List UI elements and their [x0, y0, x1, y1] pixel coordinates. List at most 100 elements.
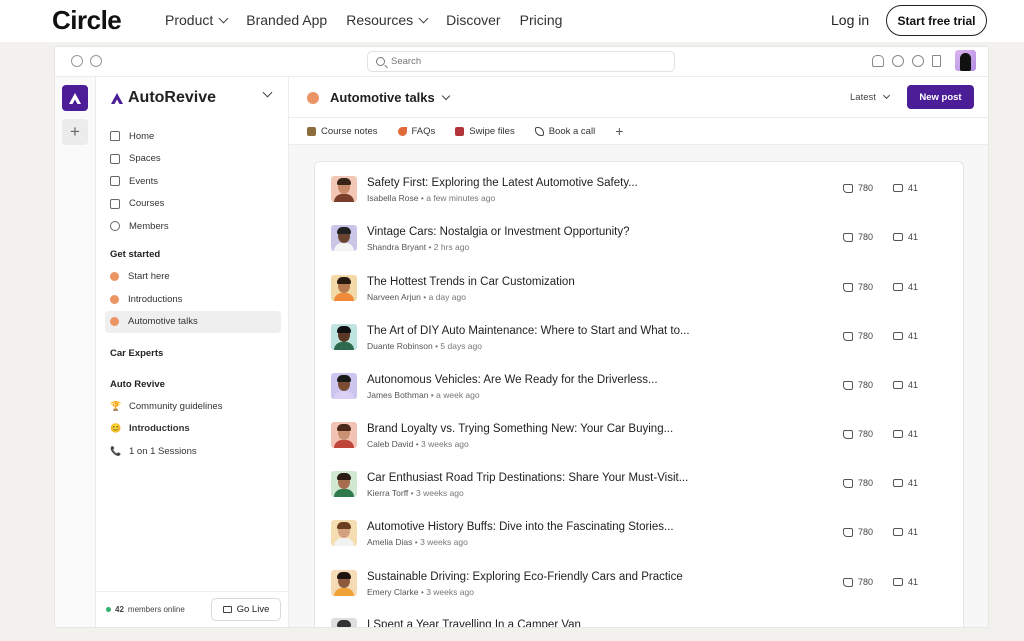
sidebar-item-events[interactable]: Events: [105, 170, 281, 193]
new-post-button[interactable]: New post: [907, 85, 974, 109]
chat-icon[interactable]: [892, 54, 904, 67]
circle-logo[interactable]: Circle: [52, 5, 122, 36]
bell-icon[interactable]: [872, 54, 884, 67]
post-row[interactable]: Sustainable Driving: Exploring Eco-Frien…: [315, 564, 963, 613]
post-title[interactable]: Autonomous Vehicles: Are We Ready for th…: [367, 374, 658, 386]
author-avatar[interactable]: [331, 176, 357, 202]
like-button[interactable]: 780: [843, 232, 873, 242]
post-author[interactable]: James Bothman: [367, 390, 428, 400]
post-row[interactable]: Safety First: Exploring the Latest Autom…: [315, 170, 963, 219]
post-author[interactable]: Emery Clarke: [367, 587, 418, 597]
section-heading-auto-revive[interactable]: Auto Revive: [105, 373, 281, 395]
nav-resources[interactable]: Resources: [346, 12, 429, 28]
sidebar-item-introductions-2[interactable]: 😊 Introductions: [105, 418, 281, 441]
like-button[interactable]: 780: [843, 183, 873, 193]
post-title[interactable]: I Spent a Year Travelling In a Camper Va…: [367, 619, 581, 627]
nav-product[interactable]: Product: [165, 12, 229, 28]
post-title[interactable]: Sustainable Driving: Exploring Eco-Frien…: [367, 571, 683, 583]
post-row[interactable]: Car Enthusiast Road Trip Destinations: S…: [315, 465, 963, 514]
community-header[interactable]: AutoRevive: [110, 89, 216, 107]
post-title[interactable]: The Art of DIY Auto Maintenance: Where t…: [367, 325, 690, 337]
post-author[interactable]: Amelia Dias: [367, 537, 412, 547]
post-title[interactable]: Automotive History Buffs: Dive into the …: [367, 521, 674, 533]
like-button[interactable]: 780: [843, 577, 873, 587]
sidebar-item-spaces[interactable]: Spaces: [105, 148, 281, 171]
author-avatar[interactable]: [331, 324, 357, 350]
bookmark-icon[interactable]: [932, 54, 941, 67]
smiley-icon[interactable]: [71, 55, 83, 67]
like-button[interactable]: 780: [843, 527, 873, 537]
post-title[interactable]: Safety First: Exploring the Latest Autom…: [367, 177, 638, 189]
post-title[interactable]: The Hottest Trends in Car Customization: [367, 276, 575, 288]
sidebar-item-introductions[interactable]: Introductions: [105, 288, 281, 311]
tab-faqs[interactable]: FAQs: [397, 126, 435, 137]
sidebar-item-home[interactable]: Home: [105, 125, 281, 148]
nav-pricing[interactable]: Pricing: [520, 12, 563, 28]
post-author[interactable]: Narveen Arjun: [367, 292, 421, 302]
like-button[interactable]: 780: [843, 478, 873, 488]
search-box[interactable]: [367, 51, 675, 72]
comment-button[interactable]: 41: [893, 331, 918, 341]
sidebar-item-1on1-sessions[interactable]: 📞 1 on 1 Sessions: [105, 440, 281, 463]
post-author[interactable]: Isabella Rose: [367, 193, 419, 203]
sidebar-item-automotive-talks[interactable]: Automotive talks: [105, 310, 281, 333]
chevron-down-icon[interactable]: [262, 87, 273, 98]
start-free-trial-button[interactable]: Start free trial: [886, 5, 987, 36]
sidebar-item-start-here[interactable]: Start here: [105, 266, 281, 289]
author-avatar[interactable]: [331, 471, 357, 497]
author-avatar[interactable]: [331, 570, 357, 596]
sort-dropdown[interactable]: Latest: [850, 91, 890, 103]
messages-icon[interactable]: [912, 54, 924, 67]
sidebar-item-courses[interactable]: Courses: [105, 193, 281, 216]
post-author[interactable]: Duante Robinson: [367, 341, 433, 351]
tab-course-notes[interactable]: Course notes: [307, 126, 378, 137]
like-button[interactable]: 780: [843, 429, 873, 439]
comment-button[interactable]: 41: [893, 527, 918, 537]
post-title[interactable]: Vintage Cars: Nostalgia or Investment Op…: [367, 226, 630, 238]
author-avatar[interactable]: [331, 520, 357, 546]
like-button[interactable]: 780: [843, 331, 873, 341]
author-avatar[interactable]: [331, 225, 357, 251]
tab-book-a-call[interactable]: Book a call: [534, 126, 595, 137]
author-avatar[interactable]: [331, 373, 357, 399]
post-row[interactable]: Brand Loyalty vs. Trying Something New: …: [315, 416, 963, 465]
post-row[interactable]: The Art of DIY Auto Maintenance: Where t…: [315, 318, 963, 367]
post-row[interactable]: Vintage Cars: Nostalgia or Investment Op…: [315, 219, 963, 268]
user-avatar[interactable]: [955, 50, 976, 71]
sidebar-item-community-guidelines[interactable]: 🏆 Community guidelines: [105, 395, 281, 418]
tab-swipe-files[interactable]: Swipe files: [455, 126, 515, 137]
go-live-button[interactable]: Go Live: [211, 598, 281, 621]
post-row[interactable]: Automotive History Buffs: Dive into the …: [315, 514, 963, 563]
community-switcher-logo[interactable]: [62, 85, 88, 111]
like-button[interactable]: 780: [843, 282, 873, 292]
post-title[interactable]: Brand Loyalty vs. Trying Something New: …: [367, 423, 673, 435]
post-row[interactable]: I Spent a Year Travelling In a Camper Va…: [315, 612, 963, 627]
comment-button[interactable]: 41: [893, 380, 918, 390]
login-link[interactable]: Log in: [831, 12, 869, 28]
nav-discover[interactable]: Discover: [446, 12, 500, 28]
add-community-button[interactable]: +: [62, 119, 88, 145]
like-button[interactable]: 780: [843, 380, 873, 390]
author-avatar[interactable]: [331, 618, 357, 627]
author-avatar[interactable]: [331, 422, 357, 448]
search-input[interactable]: [391, 56, 651, 67]
post-author[interactable]: Kierra Torff: [367, 488, 408, 498]
comment-button[interactable]: 41: [893, 232, 918, 242]
post-author[interactable]: Caleb David: [367, 439, 413, 449]
post-title[interactable]: Car Enthusiast Road Trip Destinations: S…: [367, 472, 688, 484]
post-row[interactable]: The Hottest Trends in Car Customization …: [315, 269, 963, 318]
comment-button[interactable]: 41: [893, 282, 918, 292]
comment-button[interactable]: 41: [893, 577, 918, 587]
post-author[interactable]: Shandra Bryant: [367, 242, 426, 252]
comment-button[interactable]: 41: [893, 478, 918, 488]
comment-button[interactable]: 41: [893, 429, 918, 439]
sidebar-item-members[interactable]: Members: [105, 215, 281, 238]
author-avatar[interactable]: [331, 275, 357, 301]
clock-icon[interactable]: [90, 55, 102, 67]
comment-button[interactable]: 41: [893, 183, 918, 193]
add-tab-button[interactable]: +: [615, 123, 623, 139]
post-row[interactable]: Autonomous Vehicles: Are We Ready for th…: [315, 367, 963, 416]
space-title[interactable]: Automotive talks: [330, 90, 450, 105]
section-heading-car-experts[interactable]: Car Experts: [105, 342, 281, 364]
nav-branded-app[interactable]: Branded App: [246, 12, 327, 28]
